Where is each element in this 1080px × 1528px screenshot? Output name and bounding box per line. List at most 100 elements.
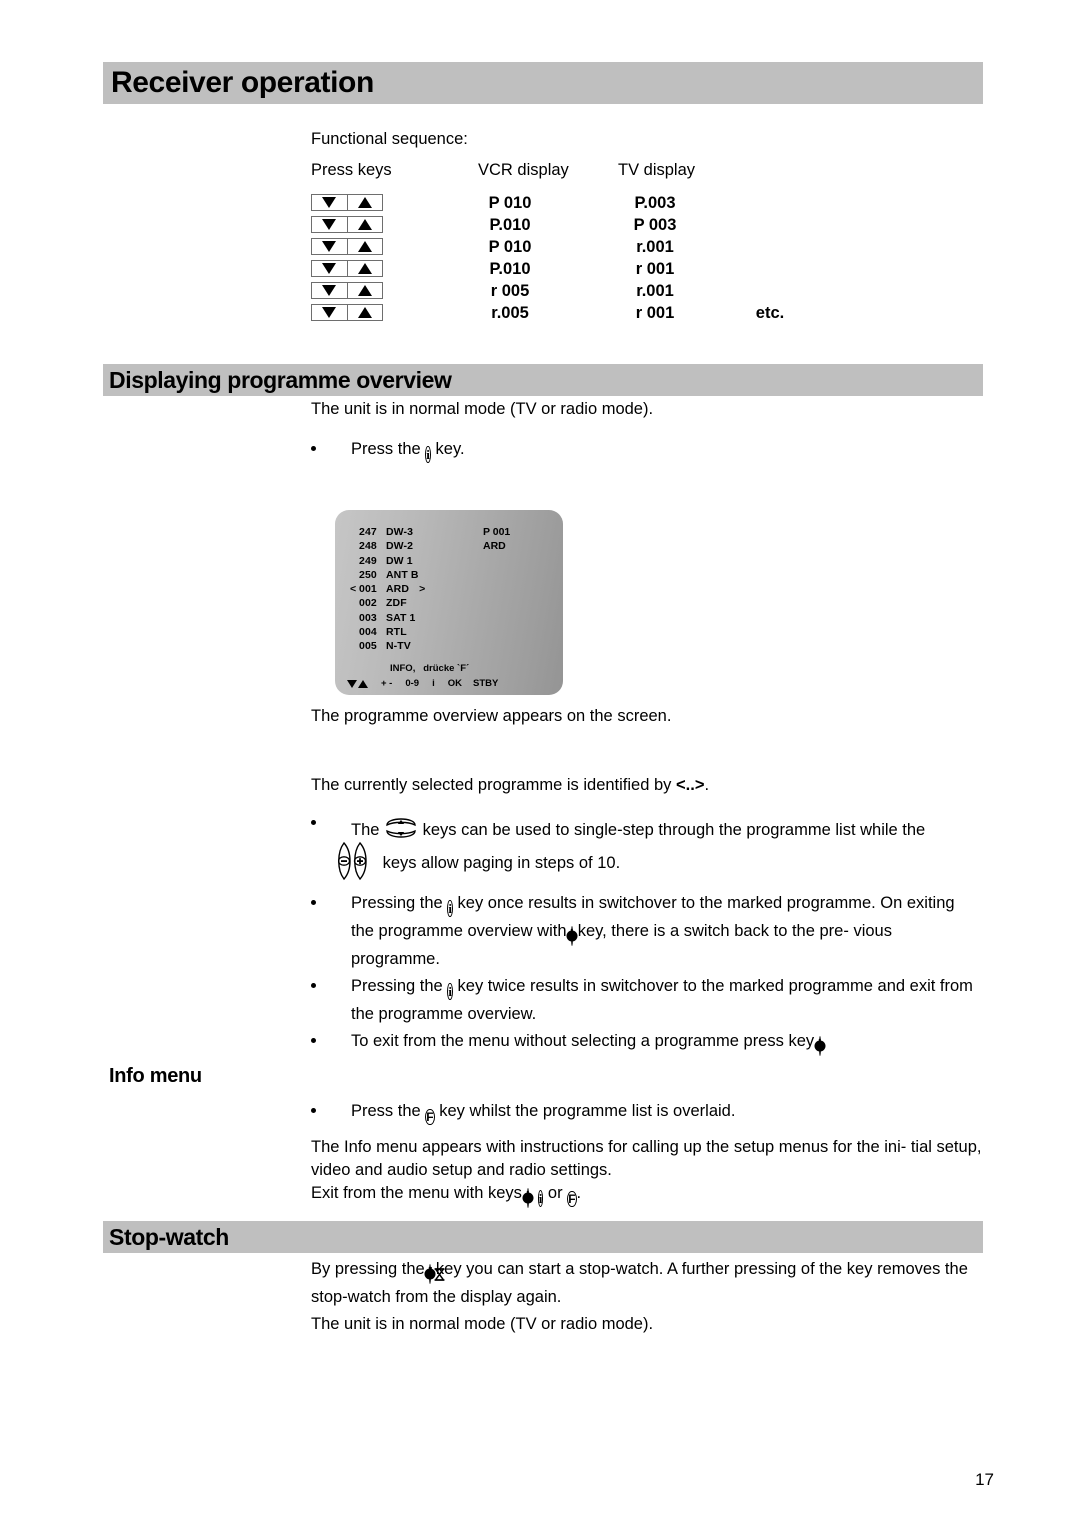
cell-tv-display: P.003: [634, 194, 676, 212]
section-header-stop-watch: Stop-watch: [103, 1221, 983, 1253]
channel-number: 003: [359, 611, 377, 624]
marker-left: <: [350, 583, 357, 596]
osd-info-line: INFO, drücke `F´: [390, 663, 470, 674]
list-item[interactable]: 004 RTL: [350, 625, 429, 639]
up-key-cell[interactable]: [346, 283, 383, 299]
identified-prefix: The currently selected programme is iden…: [311, 776, 672, 794]
osd-digits-label[interactable]: 0-9: [405, 678, 419, 689]
osd-info-label[interactable]: i: [432, 678, 435, 689]
list-item[interactable]: 250 ANT B: [350, 568, 429, 582]
triangle-up-icon: [357, 307, 372, 319]
power-key-icon[interactable]: [526, 1187, 529, 1210]
overview-appears-text: The programme overview appears on the sc…: [311, 707, 672, 725]
function-key-icon[interactable]: F: [425, 1105, 435, 1128]
channel-number: 001: [359, 583, 377, 596]
stop-watch-paragraph: By pressing the key you can start a stop…: [311, 1258, 971, 1309]
manual-page: Receiver operation Functional sequence: …: [0, 0, 1080, 1528]
down-key-cell[interactable]: [312, 217, 347, 232]
channel-name: DW 1: [386, 554, 413, 567]
cell-tv-display: P 003: [633, 216, 677, 234]
osd-plus-minus-label[interactable]: + -: [381, 678, 392, 689]
triangle-down-icon: [322, 307, 337, 319]
up-key-cell[interactable]: [346, 305, 383, 321]
info-key-icon[interactable]: i: [425, 443, 431, 466]
press-once-description-cont: key, there is a switch back to the pre-: [577, 922, 849, 940]
power-key-icon[interactable]: [571, 925, 574, 948]
osd-ok-label[interactable]: OK: [448, 678, 462, 689]
stop-watch-prefix: By pressing the: [311, 1260, 425, 1278]
down-up-key-pair[interactable]: [311, 194, 383, 212]
power-key-icon[interactable]: [818, 1035, 821, 1058]
info-key-icon[interactable]: i: [447, 897, 453, 920]
down-up-key-pair[interactable]: [311, 260, 383, 278]
osd-bottom-bar: + - 0-9 i OK STBY: [347, 678, 557, 689]
stopwatch-key-icon[interactable]: [429, 1263, 445, 1286]
table-row: [311, 280, 383, 302]
marker-left: [350, 611, 359, 625]
exit-label: Exit from the menu with keys: [311, 1184, 522, 1202]
list-item[interactable]: 249 DW 1: [350, 554, 429, 568]
stop-watch-description: key you can start a stop-watch. A furthe…: [435, 1260, 873, 1278]
marker-left: [350, 525, 359, 539]
down-key-cell[interactable]: [312, 195, 347, 210]
marker-left: [350, 639, 359, 653]
list-item[interactable]: 005 N-TV: [350, 639, 429, 653]
channel-name: ARD: [386, 583, 410, 596]
marker-right: >: [419, 583, 426, 596]
osd-stby-label[interactable]: STBY: [473, 678, 498, 689]
down-key-cell[interactable]: [312, 283, 347, 298]
table-row: [311, 258, 383, 280]
press-the-label: Press the: [351, 440, 421, 458]
triangle-down-icon: [322, 219, 337, 231]
down-key-cell[interactable]: [312, 305, 347, 320]
plus-minus-key-icon[interactable]: [337, 840, 378, 882]
down-key-cell[interactable]: [312, 261, 347, 276]
list-item[interactable]: 002 ZDF: [350, 596, 429, 610]
paging-description: keys allow paging in steps of 10.: [382, 854, 621, 872]
marker-left: [350, 568, 359, 582]
section-title: Stop-watch: [109, 1223, 229, 1250]
bullet-press-info-twice: Pressing the i key twice results in swit…: [311, 975, 981, 1026]
up-key-cell[interactable]: [346, 217, 383, 233]
cell-vcr-display: P.010: [489, 260, 531, 278]
current-programme-name: ARD: [483, 540, 506, 553]
bullet-press-f-key: Press the F key whilst the programme lis…: [311, 1100, 981, 1128]
triangle-up-icon: [358, 679, 368, 688]
down-up-key-pair[interactable]: [311, 304, 383, 322]
info-key-icon[interactable]: i: [447, 980, 453, 1003]
up-key-cell[interactable]: [346, 261, 383, 277]
down-key-cell[interactable]: [312, 239, 347, 254]
list-item[interactable]: 248 DW-2: [350, 539, 429, 553]
stop-watch-normal-mode-text: The unit is in normal mode (TV or radio …: [311, 1315, 654, 1333]
triangle-up-icon: [357, 197, 372, 209]
down-up-key-pair[interactable]: [311, 282, 383, 300]
bullet-exit-menu: To exit from the menu without selecting …: [311, 1030, 981, 1058]
triangle-up-icon: [357, 263, 372, 275]
overview-intro-text: The unit is in normal mode (TV or radio …: [311, 400, 654, 418]
down-up-key-pair[interactable]: [311, 238, 383, 256]
channel-name: ANT B: [386, 568, 419, 581]
list-item-selected[interactable]: <001 ARD >: [350, 582, 429, 596]
tv-screen-mock: 247 DW-3 248 DW-2 249 DW 1 250 ANT B <001 ARD…: [335, 510, 563, 695]
up-key-cell[interactable]: [346, 195, 383, 211]
bullet-text: Press the F key whilst the programme lis…: [351, 1100, 981, 1128]
bullet-press-info-once: Pressing the i key once results in switc…: [311, 892, 981, 971]
channel-number: 247: [359, 526, 377, 538]
marker-left: [350, 596, 359, 610]
cell-vcr-display: r 005: [490, 282, 530, 300]
triangle-down-icon: [322, 197, 337, 209]
channel-name: N-TV: [386, 640, 411, 653]
info-key-icon[interactable]: i: [537, 1187, 544, 1210]
channel-number: 002: [359, 597, 377, 610]
bullet-dot: [311, 1038, 316, 1043]
function-key-icon[interactable]: F: [567, 1187, 577, 1210]
list-item[interactable]: 003 SAT 1: [350, 611, 429, 625]
key-label: key.: [435, 440, 465, 458]
list-item[interactable]: 247 DW-3: [350, 525, 429, 539]
up-key-cell[interactable]: [346, 239, 383, 255]
rocker-description: keys can be used to single-step through …: [422, 821, 926, 839]
triangle-down-icon: [322, 241, 337, 253]
down-up-key-pair[interactable]: [311, 216, 383, 234]
cell-tv-display: r.001: [636, 238, 674, 256]
cell-note-etc: etc.: [755, 304, 785, 322]
